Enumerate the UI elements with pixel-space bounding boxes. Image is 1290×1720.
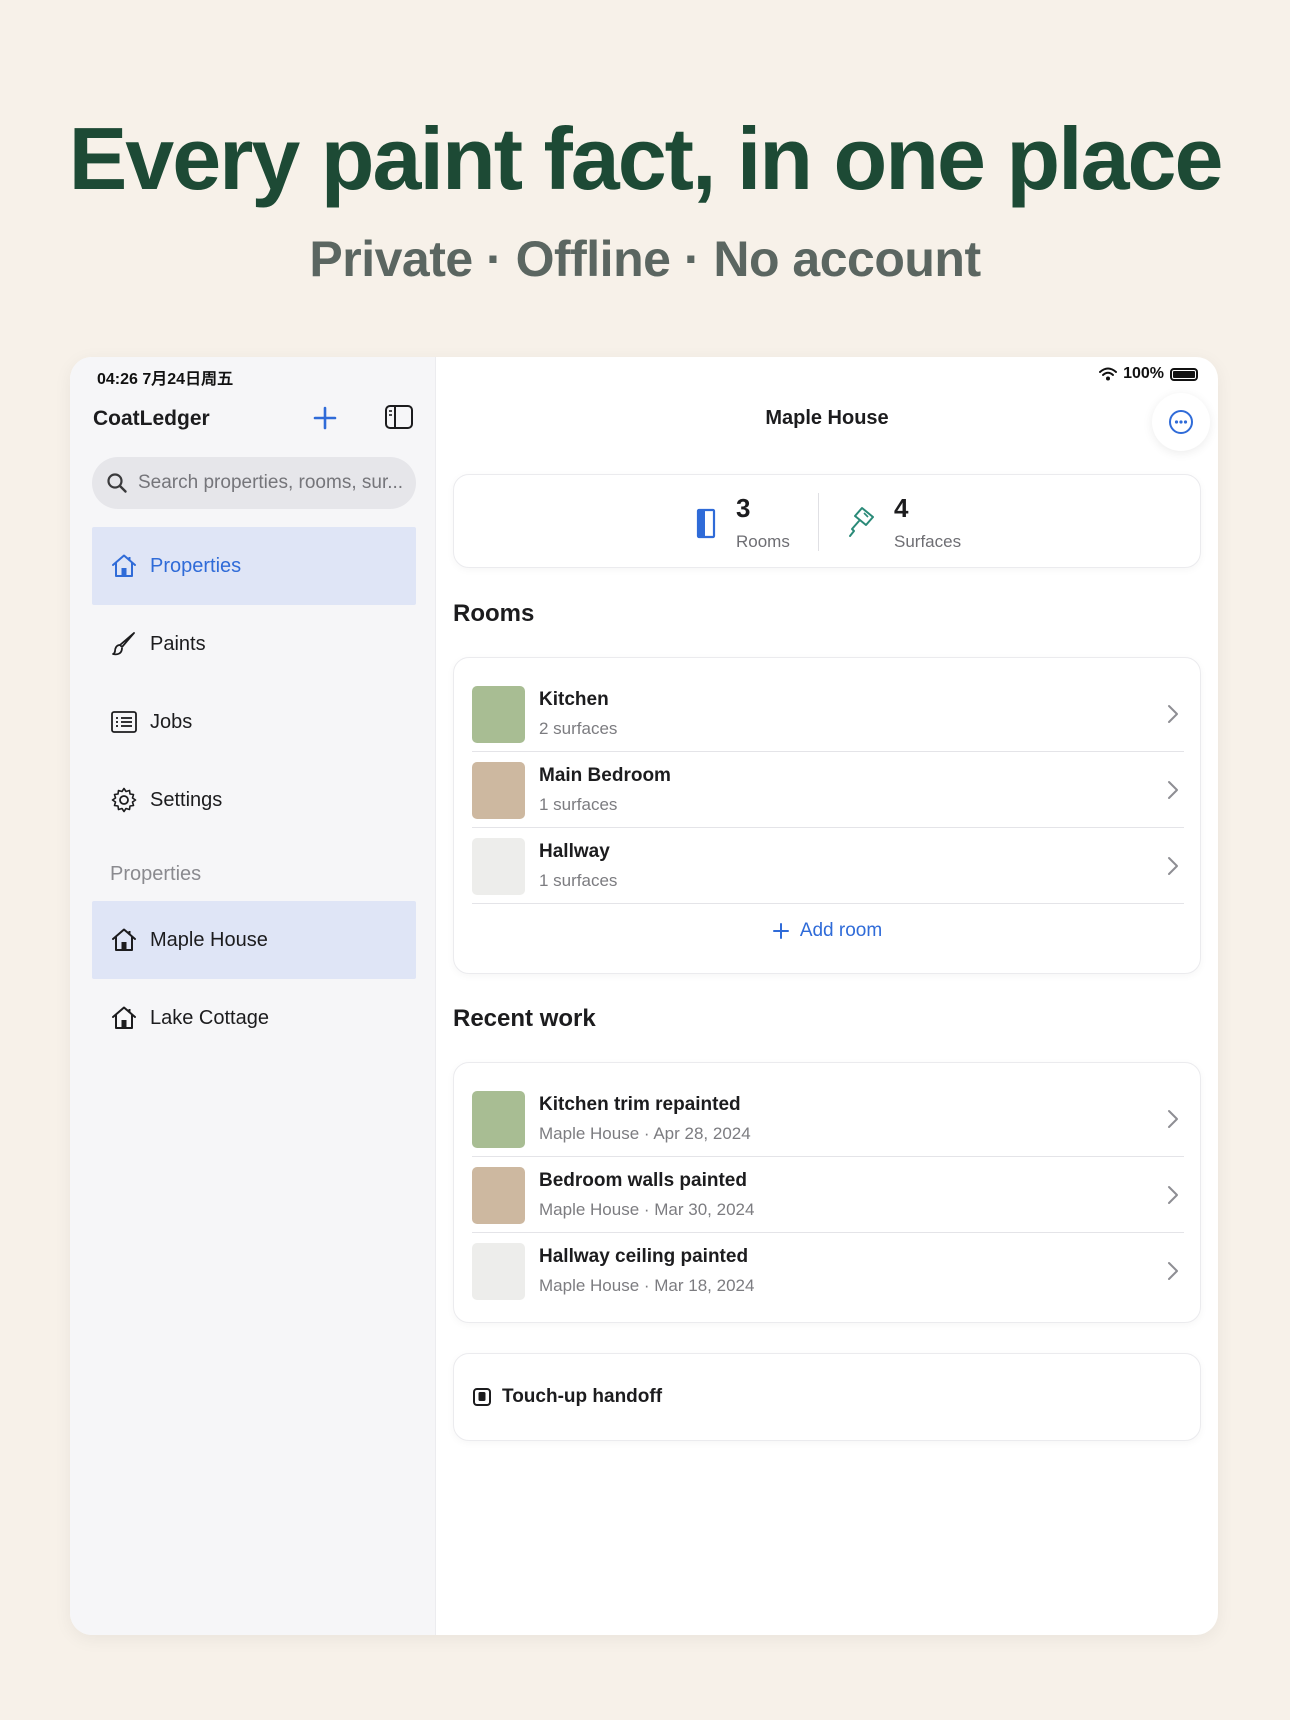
toggle-sidebar-button[interactable] <box>384 403 414 431</box>
search-field[interactable]: Search properties, rooms, sur... <box>92 457 416 509</box>
touch-up-handoff-button[interactable]: Touch-up handoff <box>453 1353 1201 1441</box>
room-detail: 1 surfaces <box>539 871 618 890</box>
stat-rooms: 3 Rooms <box>694 493 790 552</box>
paintbrush-icon <box>110 630 138 658</box>
job-title: Kitchen trim repainted <box>539 1094 741 1115</box>
room-row-kitchen[interactable]: Kitchen 2 surfaces <box>472 676 1184 752</box>
hero-subline: Private · Offline · No account <box>309 231 981 287</box>
rooms-card: Kitchen 2 surfaces Main Bedroom 1 surfac… <box>453 657 1201 974</box>
door-icon <box>696 508 716 539</box>
stat-label: Rooms <box>736 532 790 551</box>
job-detail: Maple House · Apr 28, 2024 <box>539 1124 751 1143</box>
sidebar-item-label: Lake Cottage <box>150 1006 269 1029</box>
status-time: 04:26 7月24日周五 <box>97 371 234 388</box>
chevron-right-icon <box>1168 781 1178 799</box>
sidebar-item-label: Paints <box>150 632 206 655</box>
app-title: CoatLedger <box>93 407 210 430</box>
divider <box>472 903 1184 904</box>
chevron-right-icon <box>1168 705 1178 723</box>
sidebar-item-jobs[interactable]: Jobs <box>92 683 416 761</box>
stats-card: 3 Rooms 4 Surfaces <box>453 474 1201 568</box>
color-swatch <box>472 1242 525 1300</box>
plus-icon <box>772 923 789 939</box>
sidebar: 04:26 7月24日周五 CoatLedger Search properti… <box>70 357 436 1635</box>
battery-percent: 100% <box>1123 365 1164 382</box>
color-swatch <box>472 837 525 895</box>
sidebar-item-label: Settings <box>150 788 223 811</box>
sidebar-item-label: Jobs <box>150 710 193 733</box>
gear-icon <box>110 786 138 814</box>
color-swatch <box>472 761 525 819</box>
sidebar-item-lake-cottage[interactable]: Lake Cottage <box>92 979 416 1057</box>
hero-headline: Every paint fact, in one place <box>68 109 1224 208</box>
color-swatch <box>472 1166 525 1224</box>
sidebar-item-paints[interactable]: Paints <box>92 605 416 683</box>
chevron-right-icon <box>1168 857 1178 875</box>
house-icon <box>110 1004 138 1032</box>
recent-row[interactable]: Kitchen trim repainted Maple House · Apr… <box>472 1081 1184 1157</box>
paint-roller-icon <box>849 507 874 537</box>
ipad-app-window: 04:26 7月24日周五 CoatLedger Search properti… <box>70 357 1218 1635</box>
room-row-hallway[interactable]: Hallway 1 surfaces <box>472 828 1184 904</box>
sidebar-item-maple-house[interactable]: Maple House <box>92 901 416 979</box>
stat-value: 4 <box>894 493 909 523</box>
page-title: Maple House <box>765 407 889 429</box>
house-icon <box>110 552 138 580</box>
add-button[interactable] <box>308 401 342 435</box>
search-icon <box>107 473 127 493</box>
recent-row[interactable]: Hallway ceiling painted Maple House · Ma… <box>472 1233 1184 1309</box>
chevron-right-icon <box>1168 1186 1178 1204</box>
sidebar-item-settings[interactable]: Settings <box>92 761 416 839</box>
job-title: Bedroom walls painted <box>539 1170 747 1191</box>
ellipsis-circle-icon <box>1169 410 1193 434</box>
room-name: Kitchen <box>539 689 609 710</box>
color-swatch <box>472 685 525 743</box>
sidebar-item-properties[interactable]: Properties <box>92 527 416 605</box>
add-room-label: Add room <box>799 920 883 941</box>
job-detail: Maple House · Mar 18, 2024 <box>539 1276 755 1295</box>
divider <box>818 493 819 551</box>
recent-work-card: Kitchen trim repainted Maple House · Apr… <box>453 1062 1201 1323</box>
plus-icon <box>313 406 337 430</box>
handoff-label: Touch-up handoff <box>502 1386 663 1407</box>
color-swatch <box>472 1090 525 1148</box>
sidebar-section-label: Properties <box>110 863 202 885</box>
job-title: Hallway ceiling painted <box>539 1246 749 1267</box>
add-room-button[interactable]: Add room <box>454 920 1200 942</box>
sidebar-toggle-icon <box>385 405 413 429</box>
search-placeholder: Search properties, rooms, sur... <box>138 472 404 493</box>
recent-row[interactable]: Bedroom walls painted Maple House · Mar … <box>472 1157 1184 1233</box>
status-indicators: 100% <box>1099 365 1198 383</box>
battery-icon <box>1170 367 1198 381</box>
house-icon <box>110 926 138 954</box>
room-detail: 1 surfaces <box>539 795 618 814</box>
sidebar-item-label: Maple House <box>150 928 268 951</box>
list-icon <box>110 708 138 736</box>
room-name: Main Bedroom <box>539 765 671 786</box>
wifi-icon <box>1099 367 1118 381</box>
job-detail: Maple House · Mar 30, 2024 <box>539 1200 755 1219</box>
room-detail: 2 surfaces <box>539 719 618 738</box>
paint-can-icon <box>473 1388 491 1406</box>
main-content: 100% Maple House 3 Rooms 4 Surfaces Room… <box>436 357 1218 1635</box>
rooms-section-title: Rooms <box>453 600 535 627</box>
recent-section-title: Recent work <box>453 1005 596 1032</box>
stat-label: Surfaces <box>894 532 962 551</box>
sidebar-item-label: Properties <box>150 554 242 577</box>
more-options-button[interactable] <box>1152 393 1210 451</box>
stat-value: 3 <box>736 493 751 523</box>
chevron-right-icon <box>1168 1262 1178 1280</box>
stat-surfaces: 4 Surfaces <box>846 493 961 552</box>
chevron-right-icon <box>1168 1110 1178 1128</box>
room-row-main-bedroom[interactable]: Main Bedroom 1 surfaces <box>472 752 1184 828</box>
room-name: Hallway <box>539 841 610 862</box>
